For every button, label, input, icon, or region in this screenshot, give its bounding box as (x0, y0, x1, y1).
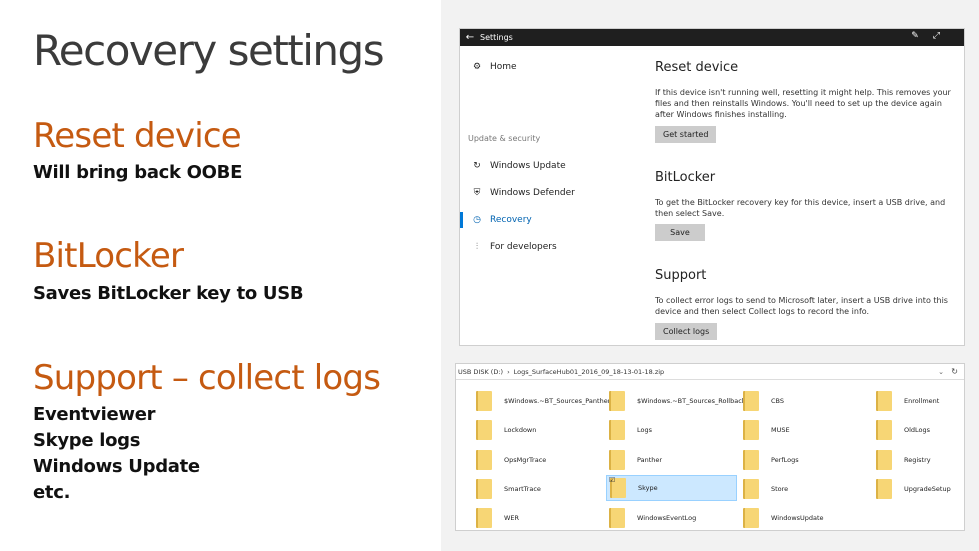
save-button[interactable]: Save (655, 224, 705, 241)
folder-icon (476, 478, 492, 499)
folder-icon (876, 478, 892, 499)
edit-icon[interactable]: ✎ (911, 31, 933, 41)
settings-content: Reset device If this device isn't runnin… (655, 46, 954, 345)
folder-item[interactable]: PerfLogs (723, 447, 853, 472)
folder-item[interactable]: OpsMgrTrace (456, 447, 586, 472)
nav-group-label: Update & security (468, 134, 541, 143)
folder-icon (876, 419, 892, 440)
folder-item[interactable]: Lockdown (456, 417, 586, 442)
path-segment[interactable]: USB DISK (D:) (458, 368, 503, 376)
section-heading-bitlocker: BitLocker (33, 236, 184, 276)
section-heading-reset: Reset device (33, 116, 242, 156)
folder-icon (609, 449, 625, 470)
path-segment[interactable]: Logs_SurfaceHub01_2016_09_18-13-01-18.zi… (514, 368, 665, 376)
folder-item[interactable]: Logs (589, 417, 719, 442)
nav-item-windows-update[interactable]: ↻ Windows Update (470, 159, 566, 173)
gear-icon: ⚙ (472, 62, 482, 72)
back-arrow-icon[interactable]: ← (460, 32, 480, 43)
folder-item[interactable]: Store (723, 476, 853, 501)
refresh-icon: ↻ (473, 161, 481, 171)
section-bullet: Saves BitLocker key to USB (33, 283, 304, 304)
slide-text-panel: Recovery settings Reset device Will brin… (0, 0, 441, 551)
history-icon: ◷ (473, 215, 481, 225)
folder-item[interactable]: WER (456, 505, 586, 530)
folder-icon (743, 449, 759, 470)
folder-item[interactable]: Enrollment (856, 388, 964, 413)
folder-item[interactable]: $Windows.~BT_Sources_Rollback (589, 388, 746, 413)
get-started-button[interactable]: Get started (655, 126, 717, 143)
nav-item-label: Recovery (490, 215, 532, 225)
nav-selection-indicator (460, 212, 463, 228)
folder-icon (609, 419, 625, 440)
nav-item-label: Home (490, 62, 517, 72)
folder-icon (743, 478, 759, 499)
refresh-icon[interactable]: ↻ (951, 367, 958, 376)
folder-grid: $Windows.~BT_Sources_Panther $Windows.~B… (456, 380, 964, 530)
section-bullet: Windows Update (33, 456, 200, 477)
folder-icon (743, 390, 759, 411)
settings-titlebar: ← Settings ✎⤢ (460, 29, 964, 46)
developer-icon: ⫶ (475, 242, 479, 252)
folder-icon (609, 390, 625, 411)
folder-item[interactable]: Registry (856, 447, 964, 472)
folder-item[interactable]: $Windows.~BT_Sources_Panther (456, 388, 610, 413)
nav-item-for-developers[interactable]: ⫶ For developers (470, 240, 557, 254)
shield-icon: ⛨ (473, 188, 481, 198)
file-explorer-window: USB DISK (D:) › Logs_SurfaceHub01_2016_0… (455, 363, 965, 531)
folder-item[interactable]: SmartTrace (456, 476, 586, 501)
folder-icon (743, 419, 759, 440)
folder-icon (476, 419, 492, 440)
bitlocker-description: To get the BitLocker recovery key for th… (655, 198, 946, 218)
folder-item[interactable]: OldLogs (856, 417, 964, 442)
folder-item[interactable]: WindowsEventLog (589, 505, 719, 530)
reset-description: If this device isn't running well, reset… (655, 88, 951, 119)
folder-item[interactable]: MUSE (723, 417, 853, 442)
section-bullet: etc. (33, 482, 71, 503)
folder-item[interactable]: WindowsUpdate (723, 505, 853, 530)
folder-item[interactable]: Panther (589, 447, 719, 472)
section-bullet: Eventviewer (33, 404, 156, 425)
folder-item-selected[interactable]: ☑ Skype (606, 475, 737, 501)
slide-title: Recovery settings (33, 26, 385, 75)
section-bullet: Skype logs (33, 430, 141, 451)
settings-window: ← Settings ✎⤢ ⚙ Home Update & security ↻… (459, 28, 965, 346)
expand-icon[interactable]: ⤢ (933, 31, 954, 41)
nav-item-recovery[interactable]: ◷ Recovery (470, 213, 532, 227)
window-controls: ✎⤢ (911, 31, 954, 41)
bitlocker-heading: BitLocker (655, 170, 716, 185)
folder-icon (476, 449, 492, 470)
folder-item[interactable]: UpgradeSetup (856, 476, 964, 501)
support-heading: Support (655, 268, 707, 283)
window-title: Settings (480, 33, 513, 42)
folder-icon (476, 507, 492, 528)
nav-item-label: Windows Update (490, 161, 566, 171)
folder-icon (876, 390, 892, 411)
nav-item-label: Windows Defender (490, 188, 575, 198)
nav-item-label: For developers (490, 242, 557, 252)
folder-icon (609, 507, 625, 528)
settings-nav: ⚙ Home Update & security ↻ Windows Updat… (460, 46, 650, 345)
folder-icon (476, 390, 492, 411)
section-heading-support: Support – collect logs (33, 358, 381, 398)
nav-item-home[interactable]: ⚙ Home (470, 60, 517, 74)
nav-item-windows-defender[interactable]: ⛨ Windows Defender (470, 186, 575, 200)
chevron-down-icon[interactable]: ⌄ (938, 368, 944, 376)
checkbox-checked-icon[interactable]: ☑ (609, 476, 615, 484)
section-bullet: Will bring back OOBE (33, 162, 243, 183)
collect-logs-button[interactable]: Collect logs (655, 323, 718, 340)
folder-icon (876, 449, 892, 470)
folder-icon (743, 507, 759, 528)
folder-item[interactable]: CBS (723, 388, 853, 413)
support-description: To collect error logs to send to Microso… (655, 296, 948, 316)
path-separator-icon: › (507, 367, 510, 376)
address-bar[interactable]: USB DISK (D:) › Logs_SurfaceHub01_2016_0… (456, 364, 964, 380)
reset-heading: Reset device (655, 60, 739, 75)
